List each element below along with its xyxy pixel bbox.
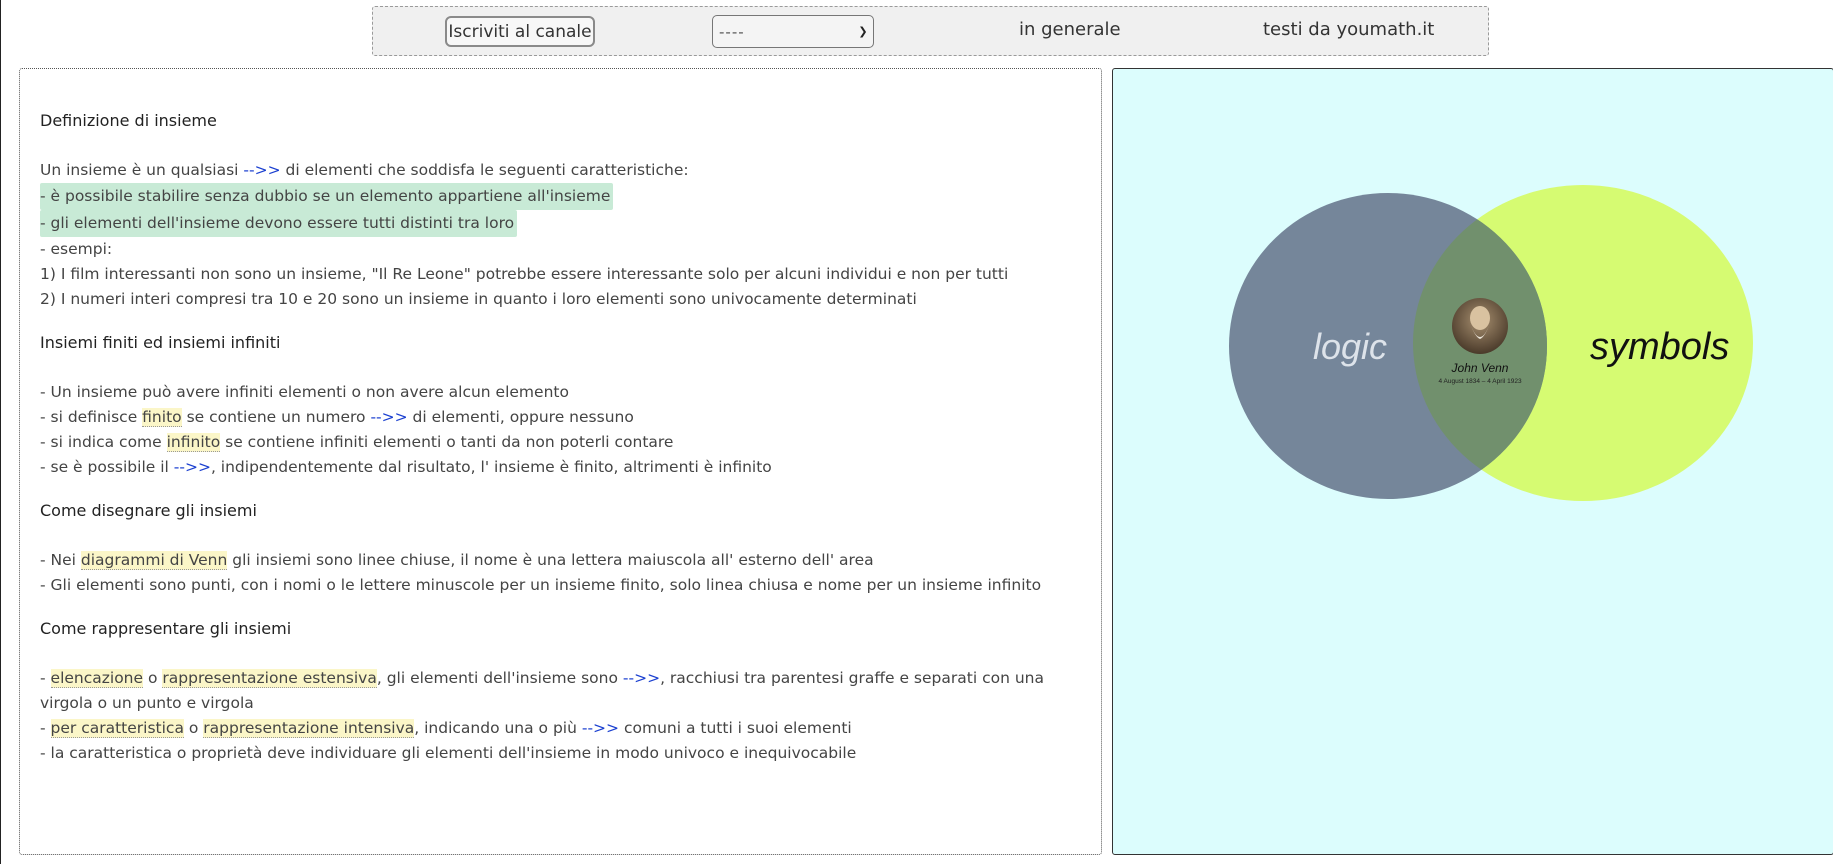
text: , indicando una o più bbox=[414, 719, 582, 737]
text: comuni a tutti i suoi elementi bbox=[619, 719, 852, 737]
link-in-generale[interactable]: in generale bbox=[1019, 19, 1121, 40]
highlight-condition-1: - è possibile stabilire senza dubbio se … bbox=[40, 183, 614, 210]
text: - se è possibile il bbox=[40, 458, 174, 476]
venn-panel: logic symbols John Venn 4 August 1834 – … bbox=[1112, 68, 1833, 855]
text: se contiene un numero bbox=[181, 408, 371, 426]
term-rappresentazione-estensiva[interactable]: rappresentazione estensiva bbox=[162, 669, 377, 688]
content-panel: Definizione di insieme Un insieme è un q… bbox=[19, 68, 1102, 855]
venn-diagram: logic symbols John Venn 4 August 1834 – … bbox=[1229, 185, 1753, 501]
arrow-link[interactable]: -->> bbox=[370, 408, 407, 426]
highlight-condition-2: - gli elementi dell'insieme devono esser… bbox=[40, 210, 518, 237]
text-line: - Nei diagrammi di Venn gli insiemi sono… bbox=[40, 548, 1101, 573]
arrow-link[interactable]: -->> bbox=[174, 458, 211, 476]
topic-select-value: ---- bbox=[719, 22, 745, 41]
section-title-definizione: Definizione di insieme bbox=[40, 111, 217, 130]
text-line: - la caratteristica o proprietà deve ind… bbox=[40, 744, 857, 762]
text-line: - si definisce finito se contiene un num… bbox=[40, 405, 1101, 430]
term-infinito[interactable]: infinito bbox=[166, 433, 221, 452]
text: , gli elementi dell'insieme sono bbox=[376, 669, 623, 687]
text-line: Un insieme è un qualsiasi -->> di elemen… bbox=[40, 158, 1101, 183]
section-disegnare: - Nei diagrammi di Venn gli insiemi sono… bbox=[40, 548, 1101, 598]
text: di elementi che soddisfa le seguenti car… bbox=[280, 161, 689, 179]
right-set-label: symbols bbox=[1590, 326, 1729, 368]
text-line: - Gli elementi sono punti, con i nomi o … bbox=[40, 576, 1042, 594]
section-title-finiti: Insiemi finiti ed insiemi infiniti bbox=[40, 333, 281, 352]
text: di elementi, oppure nessuno bbox=[407, 408, 634, 426]
section-title-disegnare: Come disegnare gli insiemi bbox=[40, 501, 257, 520]
subscribe-button[interactable]: Iscriviti al canale bbox=[445, 16, 595, 47]
text: - si definisce bbox=[40, 408, 143, 426]
text: Un insieme è un qualsiasi bbox=[40, 161, 244, 179]
arrow-link[interactable]: -->> bbox=[243, 161, 280, 179]
text-line: 1) I film interessanti non sono un insie… bbox=[40, 265, 1009, 283]
text: - bbox=[40, 669, 51, 687]
person-dates: 4 August 1834 – 4 April 1923 bbox=[1438, 378, 1522, 385]
text-line: - per caratteristica o rappresentazione … bbox=[40, 716, 1101, 741]
term-elencazione[interactable]: elencazione bbox=[50, 669, 144, 688]
text: gli insiemi sono linee chiuse, il nome è… bbox=[227, 551, 874, 569]
person-name: John Venn bbox=[1451, 361, 1509, 375]
section-title-rappresentare: Come rappresentare gli insiemi bbox=[40, 619, 292, 638]
top-toolbar: Iscriviti al canale ---- ❯ in generale t… bbox=[372, 6, 1489, 56]
arrow-link[interactable]: -->> bbox=[623, 669, 660, 687]
text-line: - esempi: bbox=[40, 240, 113, 258]
term-rappresentazione-intensiva[interactable]: rappresentazione intensiva bbox=[203, 719, 415, 738]
text-line: - Un insieme può avere infiniti elementi… bbox=[40, 383, 569, 401]
text-line: 2) I numeri interi compresi tra 10 e 20 … bbox=[40, 290, 917, 308]
section-rappresentare: - elencazione o rappresentazione estensi… bbox=[40, 666, 1101, 766]
text-line: - è possibile stabilire senza dubbio se … bbox=[40, 183, 1101, 210]
topic-select[interactable]: ---- ❯ bbox=[712, 15, 874, 48]
text: o bbox=[143, 669, 163, 687]
term-per-caratteristica[interactable]: per caratteristica bbox=[50, 719, 184, 738]
portrait-head bbox=[1470, 306, 1490, 330]
text: , indipendentemente dal risultato, l' in… bbox=[210, 458, 772, 476]
arrow-link[interactable]: -->> bbox=[582, 719, 619, 737]
section-finiti: - Un insieme può avere infiniti elementi… bbox=[40, 380, 1101, 480]
text-line: - elencazione o rappresentazione estensi… bbox=[40, 666, 1070, 716]
text: - Nei bbox=[40, 551, 81, 569]
text: - bbox=[40, 719, 51, 737]
term-finito[interactable]: finito bbox=[142, 408, 182, 427]
text: - si indica come bbox=[40, 433, 167, 451]
text-line: - si indica come infinito se contiene in… bbox=[40, 430, 1101, 455]
text-line: - se è possibile il -->>, indipendenteme… bbox=[40, 455, 1101, 480]
term-diagrammi-venn[interactable]: diagrammi di Venn bbox=[80, 551, 228, 570]
left-set-label: logic bbox=[1313, 326, 1387, 367]
text: se contiene infiniti elementi o tanti da… bbox=[220, 433, 674, 451]
text: o bbox=[183, 719, 204, 737]
link-testi-youmath[interactable]: testi da youmath.it bbox=[1263, 19, 1434, 40]
text-line: - gli elementi dell'insieme devono esser… bbox=[40, 210, 1101, 237]
chevron-down-icon: ❯ bbox=[858, 25, 868, 38]
section-definizione: Un insieme è un qualsiasi -->> di elemen… bbox=[40, 158, 1101, 312]
